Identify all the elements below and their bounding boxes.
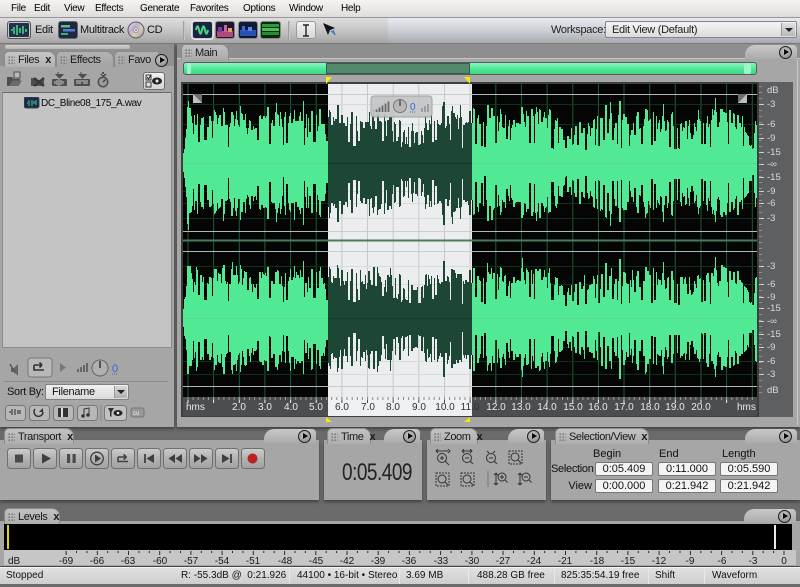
svg-text:11.0: 11.0	[461, 402, 480, 413]
svg-text:dB: dB	[767, 385, 779, 396]
svg-text:-33: -33	[434, 556, 449, 566]
svg-text:-12: -12	[652, 556, 667, 566]
svg-text:-9: -9	[767, 292, 775, 303]
svg-text:8.0: 8.0	[386, 402, 400, 413]
svg-text:4.0: 4.0	[284, 402, 298, 413]
svg-text:-15: -15	[621, 556, 636, 566]
svg-text:hms: hms	[186, 402, 205, 413]
svg-text:14.0: 14.0	[537, 402, 557, 413]
svg-text:0: 0	[410, 102, 416, 113]
svg-text:6.0: 6.0	[335, 402, 349, 413]
svg-text:-∞: -∞	[767, 316, 777, 327]
svg-text:15.0: 15.0	[563, 402, 583, 413]
svg-text:-45: -45	[309, 556, 324, 566]
svg-text:-69: -69	[59, 556, 74, 566]
svg-text:-15: -15	[767, 172, 781, 183]
svg-text:-9: -9	[686, 556, 695, 566]
svg-text:-24: -24	[527, 556, 542, 566]
svg-text:-9: -9	[767, 133, 775, 144]
svg-text:-21: -21	[558, 556, 573, 566]
svg-text:-18: -18	[590, 556, 605, 566]
svg-text:19.0: 19.0	[665, 402, 685, 413]
svg-text:5.0: 5.0	[309, 402, 323, 413]
svg-text:-27: -27	[496, 556, 511, 566]
svg-text:-6: -6	[718, 556, 727, 566]
svg-text:-51: -51	[246, 556, 261, 566]
svg-text:dB: dB	[8, 556, 21, 566]
svg-text:-6: -6	[767, 356, 775, 367]
svg-text:13.0: 13.0	[511, 402, 531, 413]
svg-text:17.0: 17.0	[614, 402, 634, 413]
svg-text:-3: -3	[767, 213, 775, 224]
svg-text:-9: -9	[767, 186, 775, 197]
svg-text:0: 0	[112, 363, 118, 375]
svg-text:7.0: 7.0	[361, 402, 375, 413]
svg-text:-6: -6	[767, 198, 775, 209]
svg-text:-30: -30	[465, 556, 480, 566]
svg-text:-6: -6	[767, 119, 775, 130]
svg-text:-63: -63	[121, 556, 136, 566]
svg-text:-15: -15	[767, 329, 781, 340]
svg-text:cu: cu	[133, 411, 139, 417]
svg-text:12.0: 12.0	[486, 402, 506, 413]
svg-text:-3: -3	[767, 261, 775, 272]
svg-text:20.0: 20.0	[691, 402, 711, 413]
svg-text:16.0: 16.0	[588, 402, 608, 413]
svg-text:9.0: 9.0	[412, 402, 426, 413]
svg-text:-15: -15	[767, 303, 781, 314]
svg-text:2.0: 2.0	[232, 402, 246, 413]
svg-text:18.0: 18.0	[640, 402, 660, 413]
svg-text:-60: -60	[153, 556, 168, 566]
svg-text:10.0: 10.0	[435, 402, 455, 413]
svg-text:-48: -48	[278, 556, 293, 566]
svg-text:-9: -9	[767, 342, 775, 353]
svg-text:-3: -3	[749, 556, 758, 566]
svg-text:-∞: -∞	[767, 159, 777, 170]
svg-text:-3: -3	[767, 369, 775, 380]
svg-text:-57: -57	[184, 556, 199, 566]
svg-text:-36: -36	[402, 556, 417, 566]
svg-text:-39: -39	[371, 556, 386, 566]
svg-text:0: 0	[781, 556, 787, 566]
svg-text:-3: -3	[767, 99, 775, 110]
svg-text:-42: -42	[340, 556, 355, 566]
svg-text:-15: -15	[767, 147, 781, 158]
svg-text:-66: -66	[90, 556, 105, 566]
svg-text:3.0: 3.0	[258, 402, 272, 413]
svg-text:-6: -6	[767, 279, 775, 290]
svg-text:-54: -54	[215, 556, 230, 566]
svg-text:hms: hms	[737, 402, 756, 413]
svg-text:dB: dB	[767, 85, 779, 96]
